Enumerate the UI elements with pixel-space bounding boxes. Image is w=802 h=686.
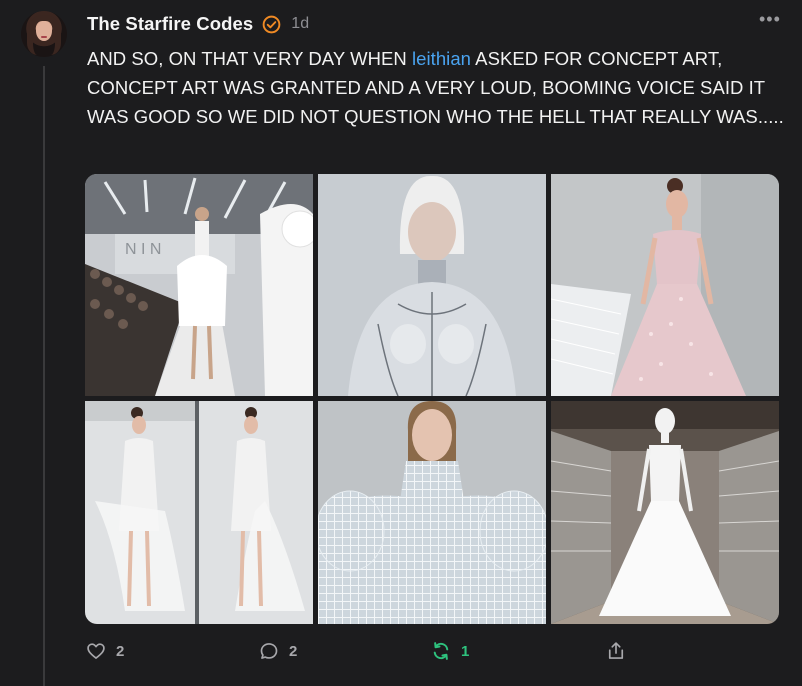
verified-badge-icon [262, 15, 281, 33]
white-lattice-puff-sleeve-image[interactable] [318, 401, 546, 624]
thread-line [43, 66, 45, 686]
heart-icon [87, 643, 105, 659]
mannequin-white-gown-warehouse-image[interactable] [551, 401, 779, 624]
like-button[interactable]: 2 [86, 640, 124, 662]
avatar-face [36, 21, 52, 41]
image-grid: N I N [85, 174, 779, 624]
share-icon [608, 642, 624, 659]
mention-link[interactable]: leithian [412, 48, 471, 69]
svg-text:N I N: N I N [125, 241, 161, 258]
post-header: The Starfire Codes 1d [87, 12, 309, 36]
silver-android-woman-image[interactable] [318, 174, 546, 396]
reply-count: 2 [289, 642, 298, 660]
post-time[interactable]: 1d [291, 15, 309, 33]
post-text-before: AND SO, ON THAT VERY DAY WHEN [87, 48, 412, 69]
post-text: AND SO, ON THAT VERY DAY WHEN leithian A… [87, 44, 787, 131]
repost-button[interactable]: 1 [431, 640, 469, 662]
white-dress-mirrored-pair-image[interactable] [85, 401, 313, 624]
more-options-icon[interactable]: ••• [759, 10, 780, 32]
reply-icon [260, 643, 278, 659]
action-bar: 2 2 1 [0, 640, 802, 664]
avatar-lips [41, 36, 47, 38]
author-name[interactable]: The Starfire Codes [87, 13, 253, 35]
share-button[interactable] [606, 640, 626, 662]
repost-count: 1 [461, 642, 470, 660]
repost-icon [433, 642, 449, 660]
pink-embellished-gown-image[interactable] [551, 174, 779, 396]
avatar[interactable] [21, 11, 67, 57]
runway-white-ruffle-dress-image[interactable]: N I N [85, 174, 313, 396]
like-count: 2 [116, 642, 125, 660]
reply-button[interactable]: 2 [259, 640, 297, 662]
